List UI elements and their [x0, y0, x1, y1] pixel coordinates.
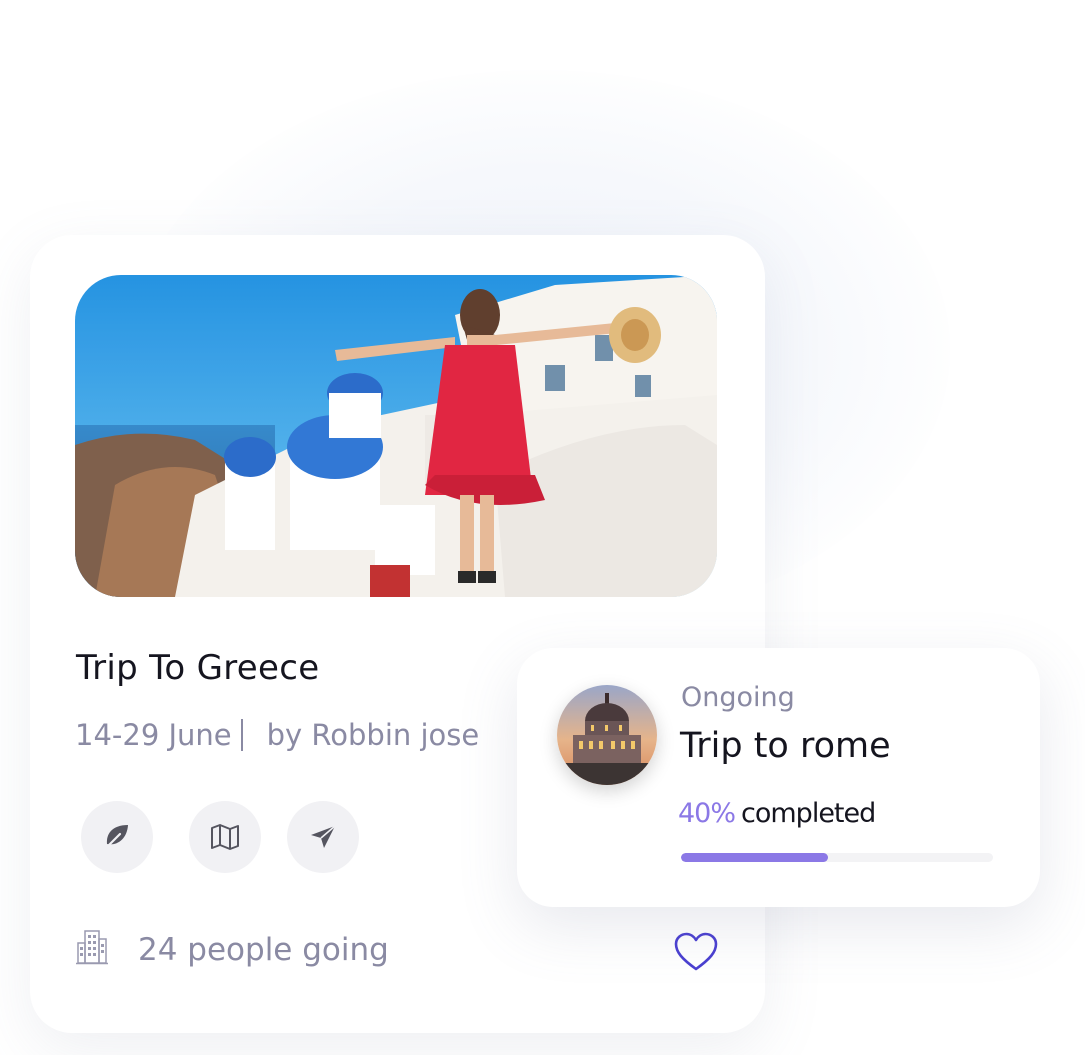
progress-percent: 40% — [678, 798, 736, 829]
map-button[interactable] — [189, 801, 261, 873]
trip-author: by Robbin jose — [266, 718, 480, 752]
progress-bar-fill — [681, 853, 828, 862]
send-button[interactable] — [287, 801, 359, 873]
map-icon — [211, 824, 239, 850]
send-icon — [311, 825, 336, 848]
leaf-icon — [103, 825, 128, 851]
ongoing-status: Ongoing — [681, 682, 795, 713]
trip-title: Trip To Greece — [76, 648, 320, 688]
building-icon — [76, 929, 108, 969]
trip-dates: 14-29 June — [75, 718, 232, 752]
people-going-count: 24 people going — [138, 932, 389, 968]
progress-completed-label: completed — [741, 798, 876, 829]
heart-icon[interactable] — [674, 932, 718, 976]
leaf-button[interactable] — [81, 801, 153, 873]
progress-bar — [681, 853, 993, 862]
trip-meta: 14-29 June by Robbin jose — [75, 718, 479, 752]
rome-trip-avatar — [557, 685, 657, 785]
trip-hero-image — [75, 275, 717, 597]
progress-label: 40% completed — [678, 798, 876, 829]
meta-divider — [240, 719, 243, 751]
ongoing-trip-title: Trip to rome — [680, 726, 891, 766]
